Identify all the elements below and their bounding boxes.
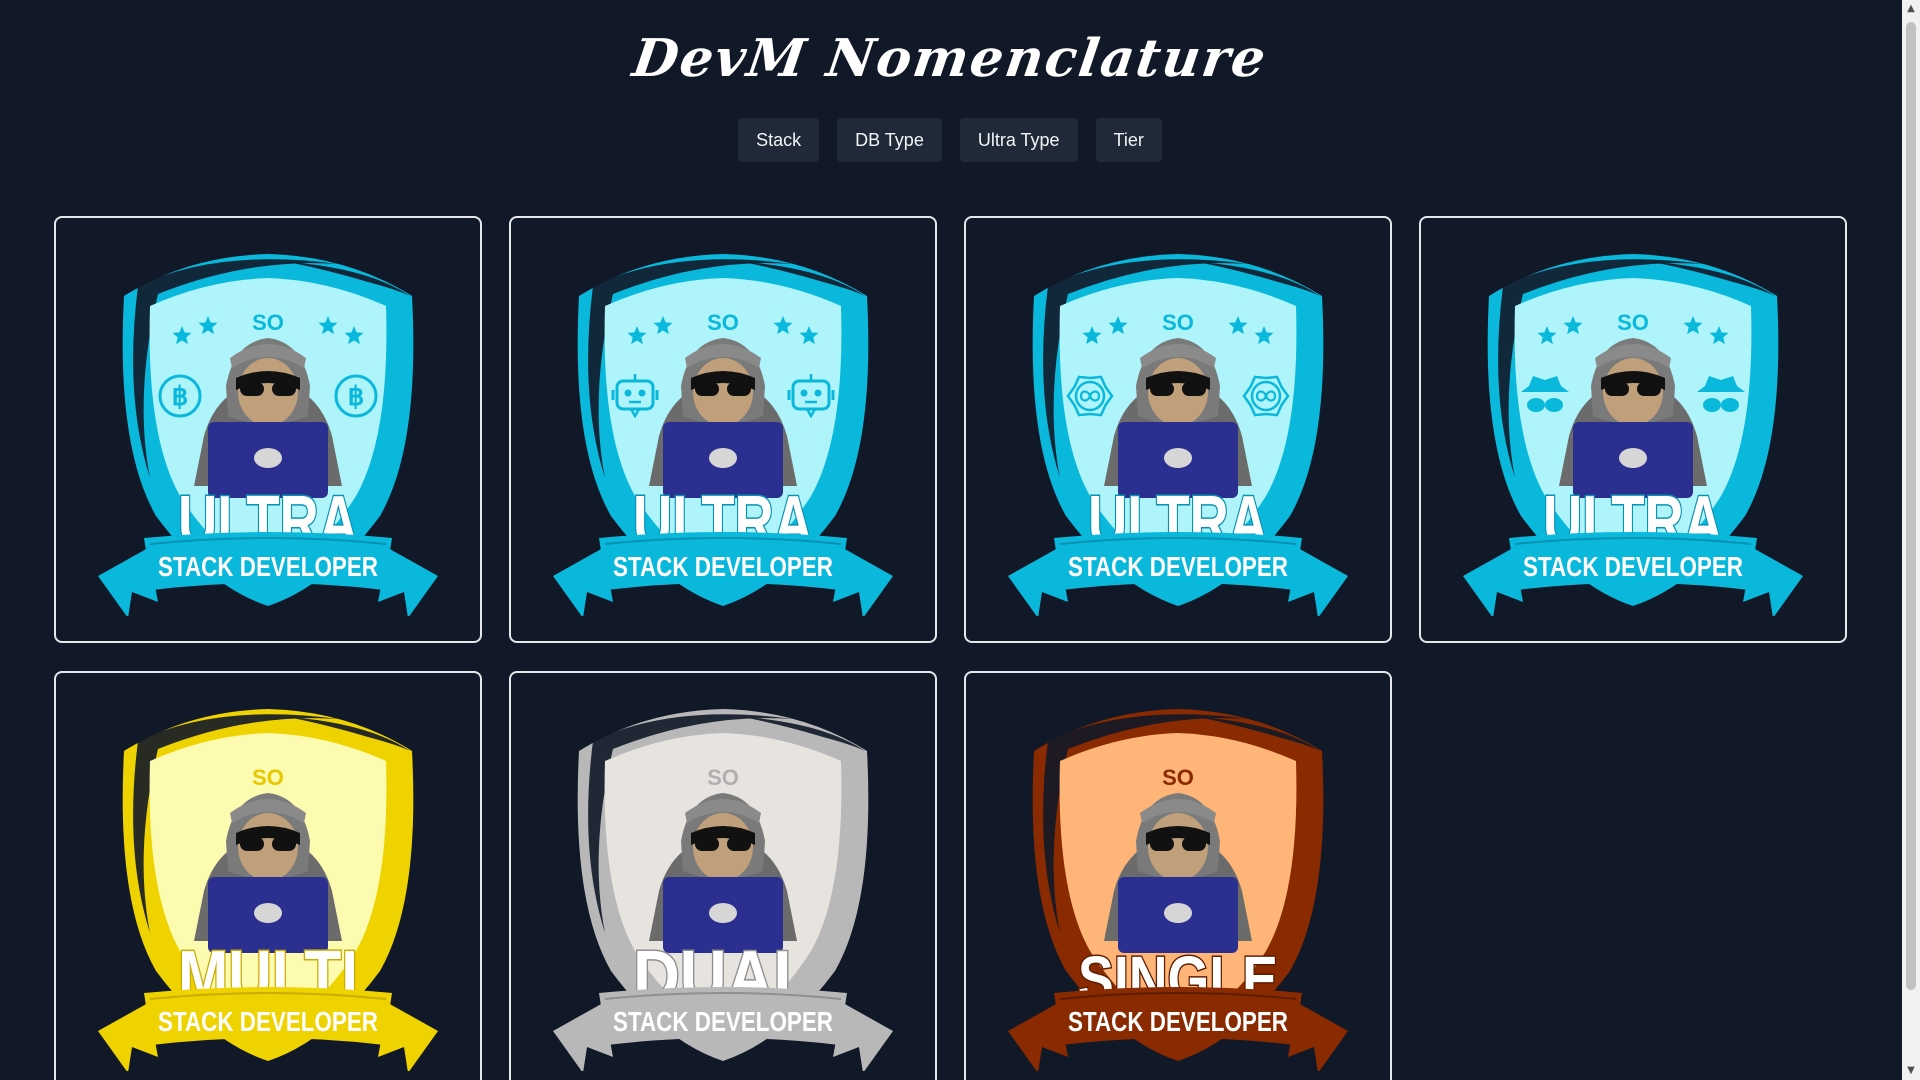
scroll-up-icon[interactable]: ▲	[1902, 0, 1920, 18]
badge-subtitle: STACK DEVELOPER	[1068, 551, 1288, 582]
badge: SO MULTI STACK DEVELOPER	[98, 701, 438, 1071]
badge-initials: SO	[252, 765, 284, 790]
badge: SO SINGLE STACK DEVELOPER	[1008, 701, 1348, 1071]
badge-image: SOMULTISTACK DEVELOPER	[98, 709, 438, 1071]
badge-image: SOULTRASTACK DEVELOPER	[553, 254, 893, 616]
badge-subtitle: STACK DEVELOPER	[158, 1006, 378, 1037]
filter-ultra-type-button[interactable]: Ultra Type	[959, 118, 1078, 162]
svg-text:฿: ฿	[348, 381, 365, 411]
filter-bar: Stack DB Type Ultra Type Tier	[0, 118, 1900, 162]
filter-tier-button[interactable]: Tier	[1095, 118, 1162, 162]
badge-card[interactable]: SO ULTRA STACK DEVELOPER	[964, 216, 1392, 643]
badge-initials: SO	[707, 310, 739, 335]
badge: SO ULTRA STACK DEVELOPER	[553, 246, 893, 616]
badge-card[interactable]: SO SINGLE STACK DEVELOPER	[964, 671, 1392, 1080]
badge-image: SOULTRASTACK DEVELOPER	[1008, 254, 1348, 616]
scrollbar-thumb[interactable]	[1906, 22, 1916, 990]
badge-initials: SO	[252, 310, 284, 335]
badge-image: SOSINGLESTACK DEVELOPER	[1008, 709, 1348, 1071]
badge-initials: SO	[1617, 310, 1649, 335]
page: DevM Nomenclature Stack DB Type Ultra Ty…	[0, 0, 1920, 1080]
badge-subtitle: STACK DEVELOPER	[1068, 1006, 1288, 1037]
page-title: DevM Nomenclature	[628, 28, 1272, 89]
badge: SO DUAL STACK DEVELOPER	[553, 701, 893, 1071]
badge-initials: SO	[707, 765, 739, 790]
badge-image: SO฿ ฿ULTRASTACK DEVELOPER	[98, 254, 438, 616]
badge-subtitle: STACK DEVELOPER	[1523, 551, 1743, 582]
badge-subtitle: STACK DEVELOPER	[613, 551, 833, 582]
scroll-down-icon[interactable]: ▼	[1902, 1062, 1920, 1080]
badge: SO ULTRA STACK DEVELOPER	[1463, 246, 1803, 616]
badge-initials: SO	[1162, 310, 1194, 335]
badge-card[interactable]: SO DUAL STACK DEVELOPER	[509, 671, 937, 1080]
filter-db-type-button[interactable]: DB Type	[837, 118, 942, 162]
badge-initials: SO	[1162, 765, 1194, 790]
badge-subtitle: STACK DEVELOPER	[158, 551, 378, 582]
filter-stack-button[interactable]: Stack	[738, 118, 820, 162]
scrollbar[interactable]: ▲ ▼	[1902, 0, 1920, 1080]
badge-card[interactable]: SO MULTI STACK DEVELOPER	[54, 671, 482, 1080]
svg-text:฿: ฿	[172, 381, 189, 411]
badge: SO ULTRA STACK DEVELOPER	[1008, 246, 1348, 616]
badge-image: SODUALSTACK DEVELOPER	[553, 709, 893, 1071]
badge-image: SOULTRASTACK DEVELOPER	[1463, 254, 1803, 616]
badge-card[interactable]: SO ฿฿ ULTRA STACK DEVELOPER	[54, 216, 482, 643]
badge-card[interactable]: SO ULTRA STACK DEVELOPER	[509, 216, 937, 643]
badge: SO ฿฿ ULTRA STACK DEVELOPER	[98, 246, 438, 616]
badge-subtitle: STACK DEVELOPER	[613, 1006, 833, 1037]
badge-grid: SO ฿฿ ULTRA STACK DEVELOPER SO ULTRA STACK DEV…	[54, 216, 1847, 1080]
badge-card[interactable]: SO ULTRA STACK DEVELOPER	[1419, 216, 1847, 643]
